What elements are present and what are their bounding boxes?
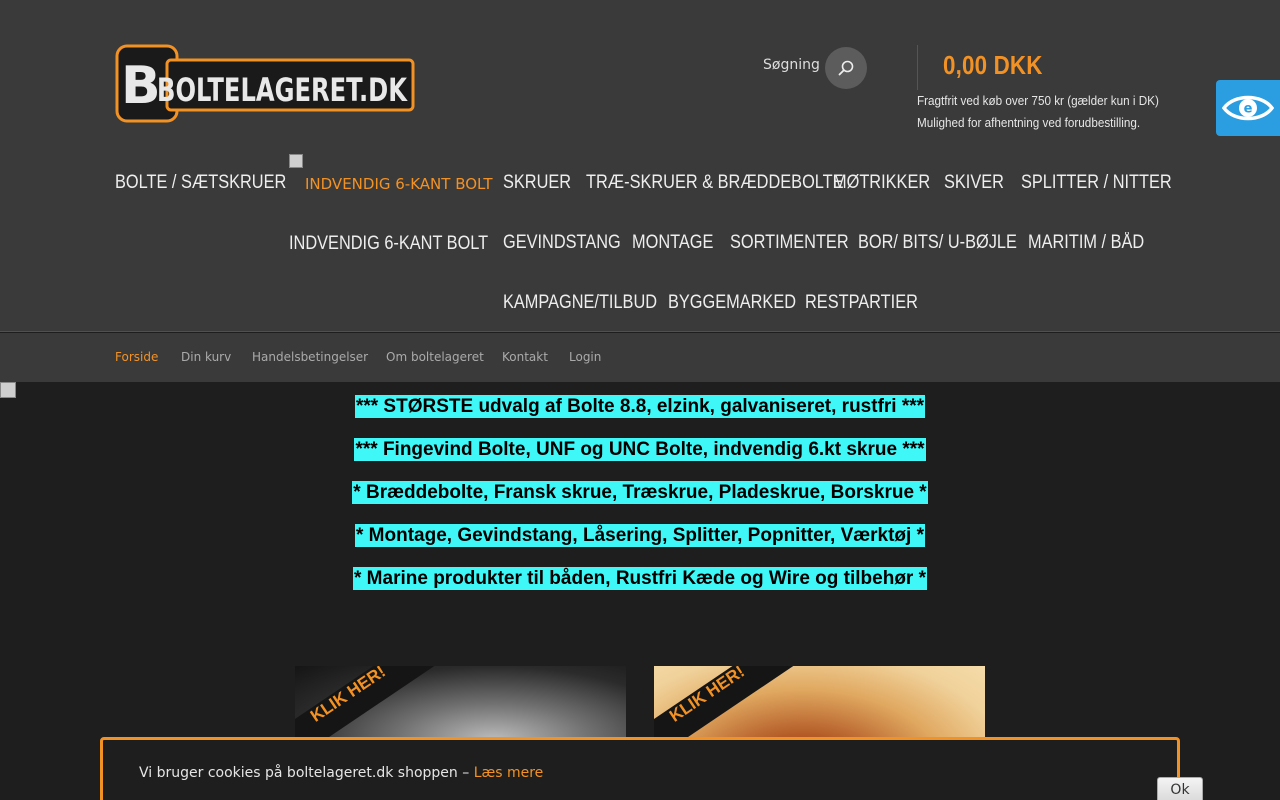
promo-line: *** STØRSTE udvalg af Bolte 8.8, elzink,… (354, 395, 926, 418)
nav-montage[interactable]: MONTAGE (632, 232, 713, 254)
site-logo[interactable]: B BOLTELAGERET.DK (115, 44, 415, 123)
eye-icon: e (1222, 95, 1274, 121)
nav-skiver[interactable]: SKIVER (944, 172, 1004, 194)
search-icon (838, 60, 854, 76)
nav-bolte-saetskruer[interactable]: BOLTE / SÆTSKRUER (115, 172, 286, 194)
nav-motrikker[interactable]: MØTRIKKER (833, 172, 930, 194)
nav-byggemarked[interactable]: BYGGEMARKED (668, 292, 796, 314)
nav-trae-skruer[interactable]: TRÆ-SKRUER & BRÆDDEBOLTE (586, 172, 844, 194)
logo-b-letter: B (121, 56, 161, 116)
broken-image-icon (289, 154, 303, 168)
subnav-din-kurv[interactable]: Din kurv (181, 350, 231, 364)
page: B BOLTELAGERET.DK Søgning 0,00 DKK Fragt… (0, 0, 1280, 800)
cookie-ok-button[interactable]: Ok (1157, 777, 1203, 800)
svg-text:e: e (1244, 102, 1253, 117)
nav-indvendig-6-kant-bolt-image[interactable]: INDVENDIG 6-KANT BOLT (305, 175, 493, 193)
nav-splitter-nitter[interactable]: SPLITTER / NITTER (1021, 172, 1172, 194)
nav-restpartier[interactable]: RESTPARTIER (805, 292, 918, 314)
search-button[interactable] (825, 47, 867, 89)
subnav-forside[interactable]: Forside (115, 350, 158, 364)
pickup-info: Mulighed for afhentning ved forudbestill… (917, 115, 1141, 130)
subnav-kontakt[interactable]: Kontakt (502, 350, 548, 364)
promo-line: * Marine produkter til båden, Rustfri Kæ… (353, 567, 927, 590)
promo-line: * Montage, Gevindstang, Låsering, Splitt… (355, 524, 925, 547)
promo-line: * Bræddebolte, Fransk skrue, Træskrue, P… (352, 481, 928, 504)
header-divider (917, 45, 918, 90)
subnav-handelsbetingelser[interactable]: Handelsbetingelser (252, 350, 368, 364)
subnav-om-boltelageret[interactable]: Om boltelageret (386, 350, 484, 364)
nav-bor-bits[interactable]: BOR/ BITS/ U-BØJLE (858, 232, 1017, 254)
nav-skruer[interactable]: SKRUER (503, 172, 571, 194)
shipping-info: Fragtfrit ved køb over 750 kr (gælder ku… (917, 93, 1159, 108)
read-more-link[interactable]: Læs mere (474, 765, 544, 781)
cookie-message: Vi bruger cookies på boltelageret.dk sho… (139, 765, 544, 781)
nav-gevindstang[interactable]: GEVINDSTANG (503, 232, 621, 254)
nav-maritim-baad[interactable]: MARITIM / BÅD (1028, 232, 1144, 254)
subnav-login[interactable]: Login (569, 350, 601, 364)
accessibility-button[interactable]: e (1216, 80, 1280, 136)
cart-total[interactable]: 0,00 DKK (943, 50, 1043, 81)
nav-indvendig-6-kant-bolt[interactable]: INDVENDIG 6-KANT BOLT (289, 233, 488, 255)
nav-sortimenter[interactable]: SORTIMENTER (730, 232, 849, 254)
logo-text: BOLTELAGERET.DK (157, 71, 408, 109)
promo-line: *** Fingevind Bolte, UNF og UNC Bolte, i… (354, 438, 926, 461)
nav-kampagne-tilbud[interactable]: KAMPAGNE/TILBUD (503, 292, 657, 314)
search-label: Søgning (763, 57, 820, 73)
